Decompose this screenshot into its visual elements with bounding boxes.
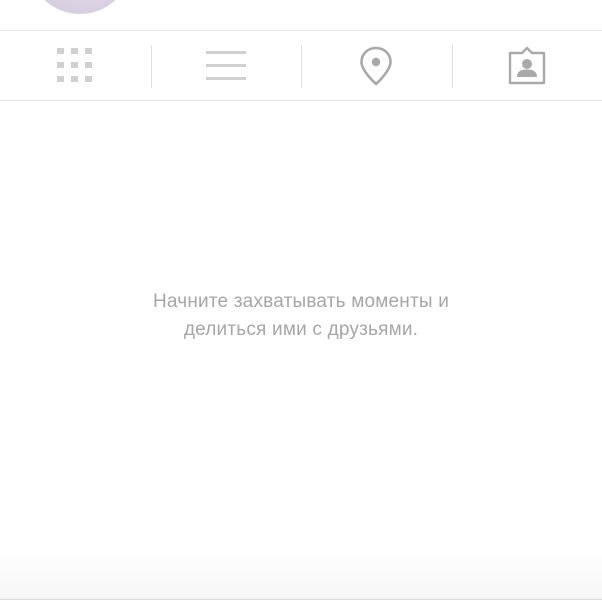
tab-grid[interactable] [0,31,151,100]
list-icon [205,49,246,83]
tab-list[interactable] [150,31,302,100]
tab-places[interactable] [301,31,452,100]
profile-view-tabbar [0,30,602,101]
bottom-bar-edge [0,548,602,600]
tab-tagged[interactable] [451,31,602,100]
location-pin-icon [359,46,393,86]
grid-icon [56,47,94,85]
profile-avatar[interactable] [28,0,132,14]
empty-state-message: Начните захватывать моменты и делиться и… [152,291,450,340]
profile-page: Начните захватывать моменты и делиться и… [0,0,602,600]
tagged-person-icon [507,46,547,86]
